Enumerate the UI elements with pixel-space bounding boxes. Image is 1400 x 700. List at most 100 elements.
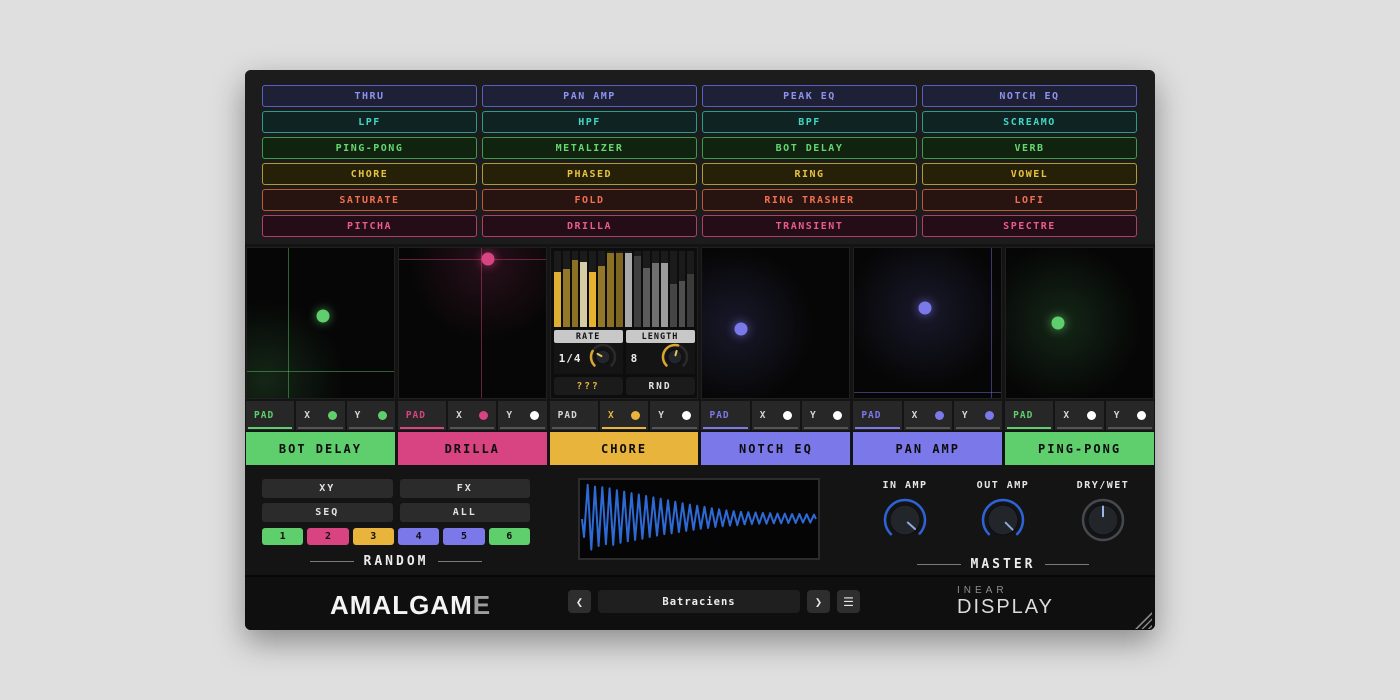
effect-button[interactable]: PITCHA bbox=[262, 215, 477, 237]
xy-dot[interactable] bbox=[482, 252, 495, 265]
step-track[interactable] bbox=[572, 251, 579, 327]
step-bar[interactable] bbox=[634, 256, 641, 327]
x-tab[interactable]: X bbox=[600, 401, 648, 430]
step-track[interactable] bbox=[616, 251, 623, 327]
xy-pad[interactable] bbox=[701, 247, 850, 399]
step-bar[interactable] bbox=[554, 272, 561, 327]
y-tab[interactable]: Y bbox=[347, 401, 395, 430]
step-track[interactable] bbox=[661, 251, 668, 327]
rate-knob[interactable] bbox=[588, 342, 618, 376]
x-tab[interactable]: X bbox=[296, 401, 344, 430]
step-track[interactable] bbox=[687, 251, 694, 327]
pad-tab[interactable]: PAD bbox=[550, 401, 598, 430]
pad-effect-name[interactable]: PAN AMP bbox=[853, 432, 1002, 465]
pad-effect-name[interactable]: NOTCH EQ bbox=[701, 432, 850, 465]
step-bar[interactable] bbox=[652, 263, 659, 327]
xy-pad[interactable] bbox=[1005, 247, 1154, 399]
step-sequencer[interactable]: RATE1/4LENGTH8???RND bbox=[550, 247, 699, 399]
step-track[interactable] bbox=[554, 251, 561, 327]
y-tab[interactable]: Y bbox=[650, 401, 698, 430]
xy-pad[interactable] bbox=[853, 247, 1002, 399]
step-track[interactable] bbox=[625, 251, 632, 327]
step-bar[interactable] bbox=[670, 284, 677, 327]
pad-effect-name[interactable]: CHORE bbox=[550, 432, 699, 465]
rnd-button[interactable]: RND bbox=[626, 377, 695, 395]
step-bar[interactable] bbox=[607, 253, 614, 327]
step-track[interactable] bbox=[607, 251, 614, 327]
mystery-button[interactable]: ??? bbox=[554, 377, 623, 395]
dry-wet-knob[interactable] bbox=[1080, 528, 1126, 547]
preset-menu-button[interactable]: ☰ bbox=[837, 590, 860, 613]
effect-button[interactable]: VOWEL bbox=[922, 163, 1137, 185]
effect-button[interactable]: THRU bbox=[262, 85, 477, 107]
pad-effect-name[interactable]: BOT DELAY bbox=[246, 432, 395, 465]
xy-dot[interactable] bbox=[317, 309, 330, 322]
effect-button[interactable]: SPECTRE bbox=[922, 215, 1137, 237]
pad-effect-name[interactable]: DRILLA bbox=[398, 432, 547, 465]
effect-button[interactable]: SCREAMO bbox=[922, 111, 1137, 133]
pad-tab[interactable]: PAD bbox=[398, 401, 446, 430]
step-bar[interactable] bbox=[643, 268, 650, 327]
step-track[interactable] bbox=[634, 251, 641, 327]
y-tab[interactable]: Y bbox=[802, 401, 850, 430]
pad-effect-name[interactable]: PING-PONG bbox=[1005, 432, 1154, 465]
xy-dot[interactable] bbox=[918, 302, 931, 315]
effect-button[interactable]: BPF bbox=[702, 111, 917, 133]
random-slot-4-button[interactable]: 4 bbox=[398, 528, 439, 545]
effect-button[interactable]: RING TRASHER bbox=[702, 189, 917, 211]
out-amp-knob[interactable] bbox=[980, 528, 1026, 547]
random-all-button[interactable]: ALL bbox=[400, 503, 531, 522]
effect-button[interactable]: SATURATE bbox=[262, 189, 477, 211]
x-tab[interactable]: X bbox=[752, 401, 800, 430]
step-track[interactable] bbox=[589, 251, 596, 327]
step-bar[interactable] bbox=[687, 274, 694, 327]
resize-grip[interactable] bbox=[1135, 612, 1152, 629]
step-track[interactable] bbox=[670, 251, 677, 327]
in-amp-knob[interactable] bbox=[882, 528, 928, 547]
next-preset-button[interactable]: ❯ bbox=[807, 590, 830, 613]
effect-button[interactable]: TRANSIENT bbox=[702, 215, 917, 237]
x-tab[interactable]: X bbox=[448, 401, 496, 430]
effect-button[interactable]: PING-PONG bbox=[262, 137, 477, 159]
x-tab[interactable]: X bbox=[904, 401, 952, 430]
effect-button[interactable]: LOFI bbox=[922, 189, 1137, 211]
step-track[interactable] bbox=[643, 251, 650, 327]
preset-name-field[interactable]: Batraciens bbox=[598, 590, 800, 613]
effect-button[interactable]: VERB bbox=[922, 137, 1137, 159]
length-knob[interactable] bbox=[660, 342, 690, 376]
y-tab[interactable]: Y bbox=[1106, 401, 1154, 430]
x-tab[interactable]: X bbox=[1055, 401, 1103, 430]
effect-button[interactable]: NOTCH EQ bbox=[922, 85, 1137, 107]
step-bar[interactable] bbox=[661, 263, 668, 327]
step-track[interactable] bbox=[652, 251, 659, 327]
step-bars[interactable] bbox=[554, 251, 695, 327]
effect-button[interactable]: PEAK EQ bbox=[702, 85, 917, 107]
y-tab[interactable]: Y bbox=[498, 401, 546, 430]
effect-button[interactable]: RING bbox=[702, 163, 917, 185]
random-slot-3-button[interactable]: 3 bbox=[353, 528, 394, 545]
step-track[interactable] bbox=[598, 251, 605, 327]
effect-button[interactable]: DRILLA bbox=[482, 215, 697, 237]
step-bar[interactable] bbox=[598, 266, 605, 327]
random-slot-5-button[interactable]: 5 bbox=[443, 528, 484, 545]
random-fx-button[interactable]: FX bbox=[400, 479, 531, 498]
effect-button[interactable]: FOLD bbox=[482, 189, 697, 211]
random-slot-1-button[interactable]: 1 bbox=[262, 528, 303, 545]
step-bar[interactable] bbox=[563, 269, 570, 327]
random-slot-6-button[interactable]: 6 bbox=[489, 528, 530, 545]
pad-tab[interactable]: PAD bbox=[246, 401, 294, 430]
step-bar[interactable] bbox=[580, 262, 587, 327]
step-track[interactable] bbox=[563, 251, 570, 327]
xy-pad[interactable] bbox=[246, 247, 395, 399]
pad-tab[interactable]: PAD bbox=[853, 401, 901, 430]
effect-button[interactable]: PAN AMP bbox=[482, 85, 697, 107]
step-bar[interactable] bbox=[625, 253, 632, 327]
effect-button[interactable]: HPF bbox=[482, 111, 697, 133]
random-seq-button[interactable]: SEQ bbox=[262, 503, 393, 522]
step-bar[interactable] bbox=[679, 281, 686, 327]
random-xy-button[interactable]: XY bbox=[262, 479, 393, 498]
effect-button[interactable]: CHORE bbox=[262, 163, 477, 185]
pad-tab[interactable]: PAD bbox=[701, 401, 749, 430]
step-track[interactable] bbox=[580, 251, 587, 327]
effect-button[interactable]: BOT DELAY bbox=[702, 137, 917, 159]
